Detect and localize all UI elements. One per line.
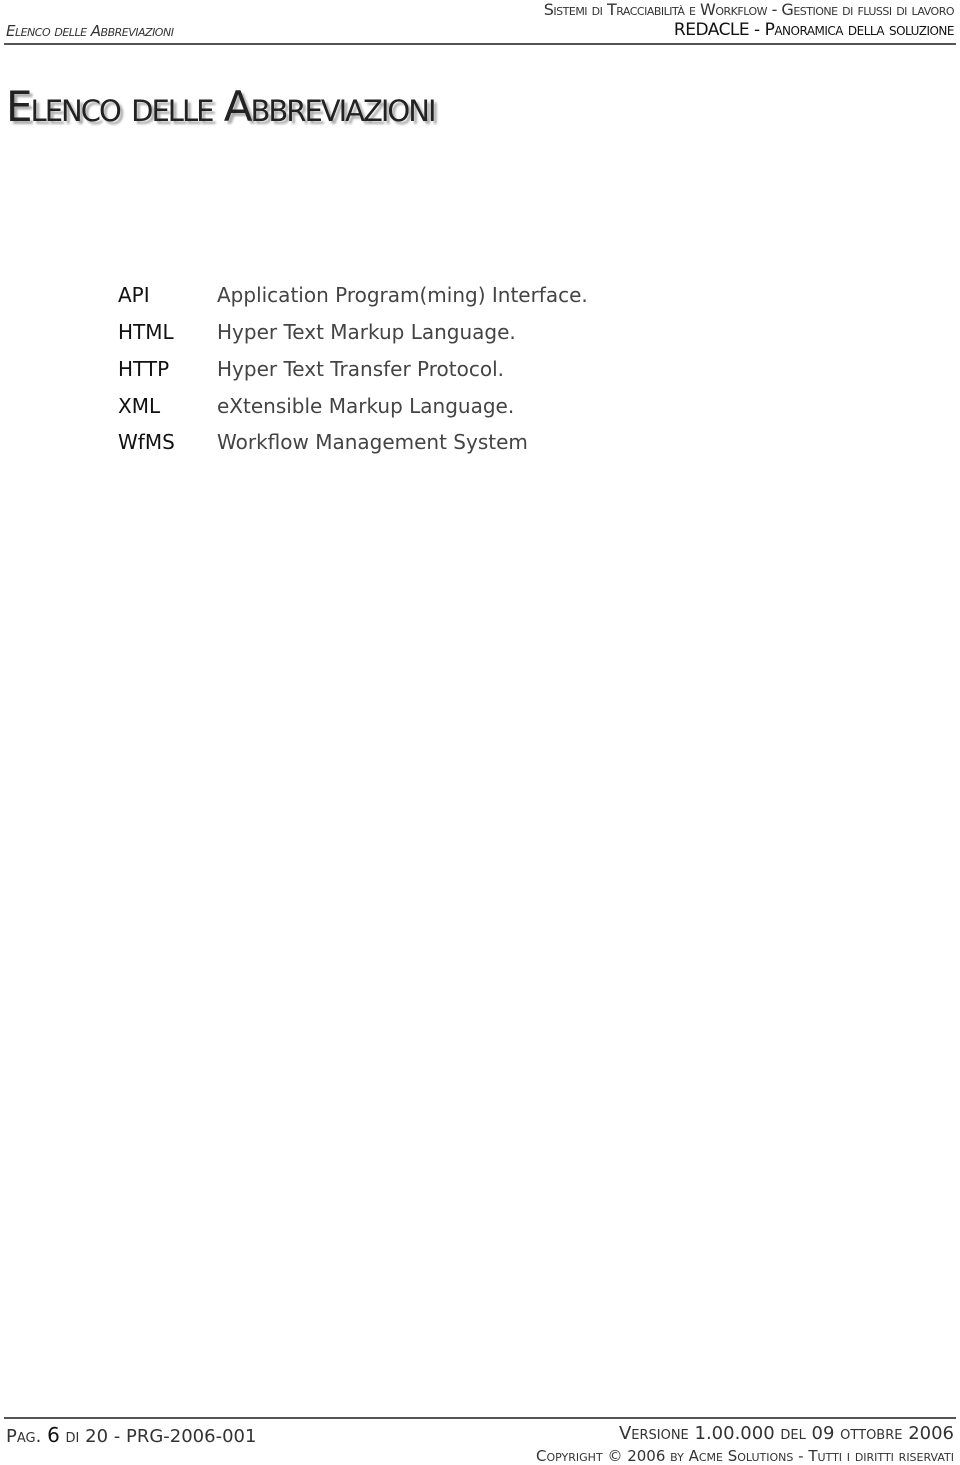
abbreviation: API [118, 283, 150, 307]
copyright: Copyright © 2006 by Acme Solutions - Tut… [536, 1447, 954, 1465]
definition: Hyper Text Markup Language. [217, 320, 516, 344]
header-section-name: Elenco delle Abbreviazioni [6, 22, 174, 40]
page-of: di [65, 1426, 80, 1447]
header-document-title: REDACLE - Panoramica della soluzione [673, 20, 955, 40]
abbreviation: HTTP [118, 357, 170, 381]
page-number: Pag. 6 di 20 - PRG-2006-001 [6, 1423, 256, 1447]
abbreviation: WfMS [118, 430, 175, 454]
list-item: HTML Hyper Text Markup Language. [118, 320, 516, 344]
header-divider [4, 43, 956, 45]
header-document-series: Sistemi di Tracciabilità e Workflow - Ge… [543, 0, 955, 19]
page-total: 20 - PRG-2006-001 [85, 1426, 257, 1447]
abbreviation: XML [118, 394, 161, 418]
list-item: HTTP Hyper Text Transfer Protocol. [118, 357, 504, 381]
page-prefix: Pag. [6, 1426, 42, 1447]
definition: Application Program(ming) Interface. [217, 283, 588, 307]
list-item: XML eXtensible Markup Language. [118, 394, 514, 418]
abbreviation: HTML [118, 320, 174, 344]
current-page: 6 [47, 1423, 60, 1447]
version-info: Versione 1.00.000 del 09 ottobre 2006 [618, 1423, 954, 1444]
page-title: Elenco delle Abbreviazioni [6, 82, 436, 131]
footer-divider [4, 1417, 956, 1419]
definition: eXtensible Markup Language. [217, 394, 515, 418]
list-item: API Application Program(ming) Interface. [118, 283, 588, 307]
definition: Workflow Management System [217, 430, 528, 454]
definition: Hyper Text Transfer Protocol. [217, 357, 504, 381]
list-item: WfMS Workflow Management System [118, 430, 528, 454]
